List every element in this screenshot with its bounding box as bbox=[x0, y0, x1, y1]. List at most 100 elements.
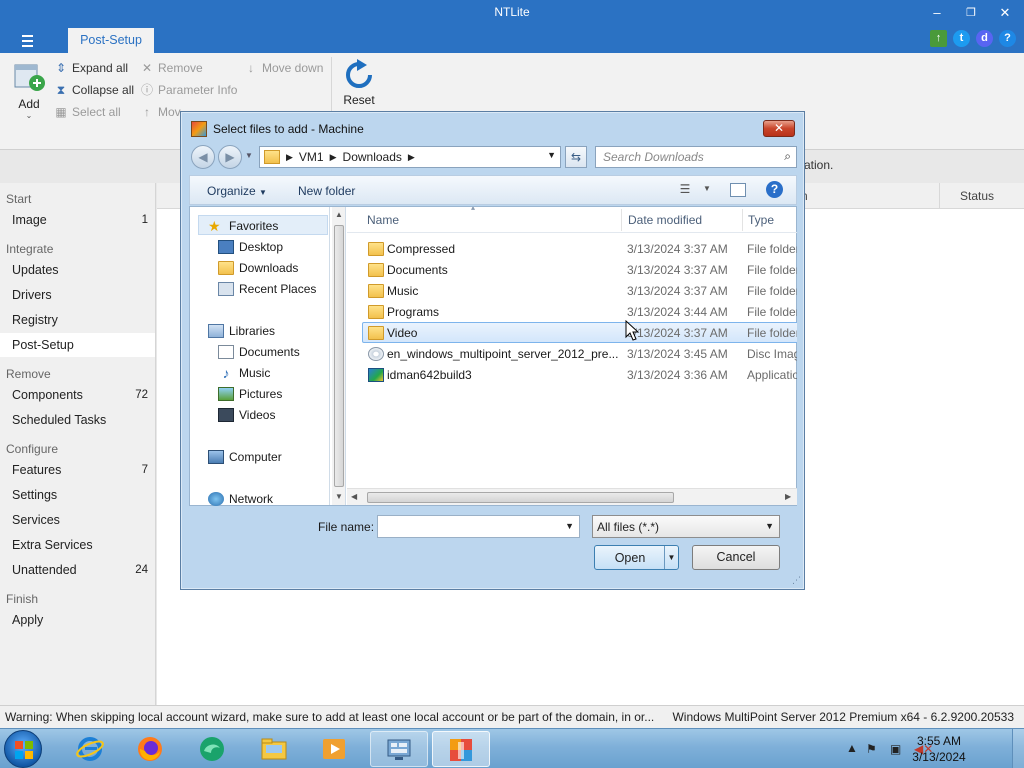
sidebar-item-apply[interactable]: Apply bbox=[0, 608, 155, 632]
taskbar-internet-explorer[interactable] bbox=[62, 731, 118, 767]
nav-desktop[interactable]: Desktop bbox=[218, 240, 283, 254]
filter-dropdown-icon[interactable]: ▼ bbox=[765, 521, 774, 531]
taskbar-firefox[interactable] bbox=[122, 731, 178, 767]
add-button[interactable]: Add ⌄ bbox=[10, 61, 48, 120]
show-hidden-icons-icon[interactable]: ▲ bbox=[846, 741, 858, 755]
nav-videos[interactable]: Videos bbox=[218, 408, 275, 422]
file-row-idman[interactable]: idman642build3 3/13/2024 3:36 AM Applica… bbox=[363, 365, 797, 386]
twitter-icon[interactable]: t bbox=[953, 30, 970, 47]
reset-button[interactable]: Reset bbox=[338, 59, 380, 107]
sidebar-item-features[interactable]: Features 7 bbox=[0, 458, 155, 482]
column-name[interactable]: Name bbox=[367, 213, 399, 227]
move-down-button[interactable]: ↓ Move down bbox=[244, 61, 323, 75]
resize-grip-icon[interactable]: ⋰ bbox=[792, 575, 801, 586]
back-button[interactable]: ◀ bbox=[191, 145, 215, 169]
scroll-down-icon[interactable]: ▼ bbox=[335, 492, 343, 501]
sidebar-item-extra-services[interactable]: Extra Services bbox=[0, 533, 155, 557]
nav-recent-places[interactable]: Recent Places bbox=[218, 282, 316, 296]
sidebar-item-drivers[interactable]: Drivers bbox=[0, 283, 155, 307]
close-button[interactable]: ✕ bbox=[992, 3, 1018, 23]
file-row-programs[interactable]: Programs 3/13/2024 3:44 AM File folder bbox=[363, 302, 797, 323]
open-split-dropdown-icon[interactable]: ▼ bbox=[664, 546, 678, 569]
file-list-horizontal-scrollbar[interactable]: ◀ ▶ bbox=[347, 488, 797, 505]
breadcrumb-chevron-icon[interactable]: ▶ bbox=[408, 152, 415, 163]
sidebar-item-updates[interactable]: Updates bbox=[0, 258, 155, 282]
nav-pictures[interactable]: Pictures bbox=[218, 387, 282, 401]
taskbar-server-manager[interactable] bbox=[370, 731, 428, 767]
new-folder-button[interactable]: New folder bbox=[298, 184, 355, 198]
breadcrumb-chevron-icon[interactable]: ▶ bbox=[330, 152, 337, 163]
sidebar-item-components[interactable]: Components 72 bbox=[0, 383, 155, 407]
column-divider[interactable] bbox=[621, 209, 622, 231]
file-row-music[interactable]: Music 3/13/2024 3:37 AM File folder bbox=[363, 281, 797, 302]
taskbar-ntlite[interactable] bbox=[432, 731, 490, 767]
taskbar-file-explorer[interactable] bbox=[246, 731, 302, 767]
scroll-thumb[interactable] bbox=[334, 225, 344, 487]
column-date-modified[interactable]: Date modified bbox=[628, 213, 702, 227]
show-desktop-button[interactable] bbox=[1012, 729, 1024, 768]
action-center-flag-icon[interactable]: ⚑ bbox=[866, 742, 877, 756]
sidebar-item-settings[interactable]: Settings bbox=[0, 483, 155, 507]
sidebar-item-registry[interactable]: Registry bbox=[0, 308, 155, 332]
address-bar[interactable]: ▶ VM1 ▶ Downloads ▶ ▼ bbox=[259, 146, 561, 168]
file-name-input[interactable]: ▼ bbox=[377, 515, 580, 538]
file-row-disc-image[interactable]: en_windows_multipoint_server_2012_pre...… bbox=[363, 344, 797, 365]
preview-pane-icon[interactable] bbox=[730, 183, 746, 197]
network-icon[interactable]: ▣ bbox=[890, 742, 901, 756]
forward-button[interactable]: ▶ bbox=[218, 145, 242, 169]
sidebar-item-scheduled-tasks[interactable]: Scheduled Tasks bbox=[0, 408, 155, 432]
nav-computer[interactable]: Computer bbox=[208, 450, 282, 464]
scroll-up-icon[interactable]: ▲ bbox=[335, 210, 343, 219]
sidebar-item-post-setup[interactable]: Post-Setup bbox=[0, 333, 155, 357]
scroll-left-icon[interactable]: ◀ bbox=[351, 492, 357, 501]
file-row-compressed[interactable]: Compressed 3/13/2024 3:37 AM File folder bbox=[363, 239, 797, 260]
file-type-filter-select[interactable]: All files (*.*) ▼ bbox=[592, 515, 780, 538]
sidebar-item-services[interactable]: Services bbox=[0, 508, 155, 532]
nav-network[interactable]: Network bbox=[208, 492, 273, 506]
organize-button[interactable]: Organize ▼ bbox=[207, 184, 267, 198]
restore-button[interactable]: ❐ bbox=[958, 3, 984, 23]
change-view-icon[interactable]: ☰ bbox=[676, 182, 694, 198]
scroll-right-icon[interactable]: ▶ bbox=[785, 492, 791, 501]
taskbar-browser[interactable] bbox=[184, 731, 240, 767]
dialog-close-button[interactable]: ✕ bbox=[763, 120, 795, 137]
hamburger-menu-icon[interactable] bbox=[22, 33, 40, 47]
remove-button[interactable]: ✕ Remove bbox=[140, 61, 203, 75]
search-input[interactable]: Search Downloads ⌕ bbox=[595, 146, 797, 168]
help-icon[interactable]: ? bbox=[999, 30, 1016, 47]
sidebar-item-unattended[interactable]: Unattended 24 bbox=[0, 558, 155, 582]
address-dropdown-icon[interactable]: ▼ bbox=[547, 150, 556, 160]
nav-documents[interactable]: Documents bbox=[218, 345, 300, 359]
nav-favorites[interactable]: ★ Favorites bbox=[208, 219, 278, 233]
scroll-thumb[interactable] bbox=[367, 492, 674, 503]
file-row-documents[interactable]: Documents 3/13/2024 3:37 AM File folder bbox=[363, 260, 797, 281]
cancel-button[interactable]: Cancel bbox=[692, 545, 780, 570]
move-up-button[interactable]: ↑ Mov bbox=[140, 105, 181, 119]
open-button[interactable]: Open ▼ bbox=[594, 545, 679, 570]
nav-downloads[interactable]: Downloads bbox=[218, 261, 298, 275]
column-divider[interactable] bbox=[742, 209, 743, 231]
parameter-info-button[interactable]: ⓘ Parameter Info bbox=[140, 83, 237, 97]
help-icon[interactable]: ? bbox=[766, 181, 783, 198]
sidebar-item-image[interactable]: Image 1 bbox=[0, 208, 155, 232]
update-arrow-icon[interactable]: ↑ bbox=[930, 30, 947, 47]
column-header-status[interactable]: Status bbox=[939, 183, 1024, 209]
discord-icon[interactable]: d bbox=[976, 30, 993, 47]
taskbar-media-player[interactable] bbox=[306, 731, 362, 767]
nav-libraries[interactable]: Libraries bbox=[208, 324, 275, 338]
tab-post-setup[interactable]: Post-Setup bbox=[68, 28, 154, 53]
minimize-button[interactable]: – bbox=[924, 3, 950, 23]
clock[interactable]: 3:55 AM 3/13/2024 bbox=[904, 733, 974, 765]
recent-locations-dropdown-icon[interactable]: ▼ bbox=[245, 151, 253, 160]
refresh-button[interactable]: ⇆ bbox=[565, 146, 587, 168]
column-type[interactable]: Type bbox=[748, 213, 774, 227]
breadcrumb-chevron-icon[interactable]: ▶ bbox=[286, 152, 293, 163]
expand-all-button[interactable]: ⇕ Expand all bbox=[54, 61, 128, 75]
nav-music[interactable]: ♪ Music bbox=[218, 366, 271, 380]
file-row-video[interactable]: Video 3/13/2024 3:37 AM File folder bbox=[362, 322, 797, 343]
navigation-scrollbar[interactable]: ▲ ▼ bbox=[332, 207, 346, 505]
file-name-dropdown-icon[interactable]: ▼ bbox=[565, 521, 574, 531]
start-button[interactable] bbox=[4, 730, 42, 768]
breadcrumb-vm1[interactable]: VM1 bbox=[299, 150, 324, 164]
view-dropdown-icon[interactable]: ▼ bbox=[698, 184, 716, 200]
